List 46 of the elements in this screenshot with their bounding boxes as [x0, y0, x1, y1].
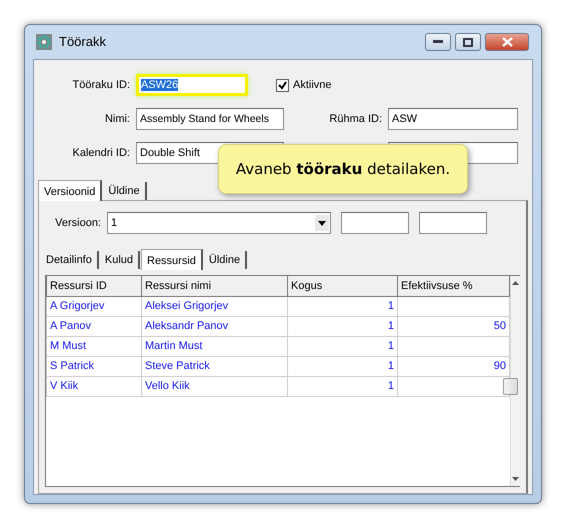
column-header: Ressursi nimi	[142, 276, 288, 296]
version-dropdown[interactable]: 1	[107, 212, 331, 234]
column-header: Ressursi ID	[46, 276, 142, 296]
table-cell: Aleksandr Panov	[142, 316, 288, 336]
close-button[interactable]	[485, 33, 529, 51]
close-icon	[502, 37, 512, 47]
table-cell: 90	[398, 356, 510, 376]
table-cell: Steve Patrick	[142, 356, 288, 376]
tab[interactable]: Ressursid	[141, 249, 203, 270]
table-cell: M Must	[46, 336, 142, 356]
table-cell: A Grigorjev	[46, 296, 142, 316]
minimize-button[interactable]	[425, 33, 451, 51]
table-cell: Vello Kiik	[142, 376, 288, 396]
table-cell: 1	[288, 336, 398, 356]
table-cell: Martin Must	[142, 336, 288, 356]
window-title: Töörakk	[59, 33, 106, 52]
field-label: Rühma ID:	[328, 112, 383, 127]
field-label: Nimi:	[104, 112, 131, 127]
table-cell: 1	[288, 316, 398, 336]
column-header: Kogus	[288, 276, 398, 296]
field-label: Kalendri ID:	[72, 146, 131, 161]
minimize-icon	[433, 40, 443, 44]
table-cell: 1	[288, 296, 398, 316]
scrollbar-thumb[interactable]	[503, 378, 518, 395]
maximize-button[interactable]	[455, 33, 481, 51]
column-header: Efektiivsuse %	[398, 276, 510, 296]
group-id-field[interactable]: ASW	[388, 108, 518, 130]
name-field[interactable]: Assembly Stand for Wheels	[136, 108, 284, 130]
gear-icon	[35, 33, 53, 51]
checkbox[interactable]	[276, 78, 289, 92]
table-cell: 50	[398, 316, 510, 336]
text-field[interactable]	[341, 212, 409, 234]
table-cell: 1	[288, 356, 398, 376]
table-cell: A Panov	[46, 316, 142, 336]
table-cell: 1	[288, 376, 398, 396]
id-field[interactable]: ASW26	[136, 74, 248, 96]
table-cell: S Patrick	[46, 356, 142, 376]
table-cell: Aleksei Grigorjev	[142, 296, 288, 316]
tab[interactable]: Versioonid	[38, 180, 102, 201]
field-label: Tööraku ID:	[72, 78, 131, 93]
maximize-icon	[463, 38, 473, 46]
scrollbar[interactable]	[510, 276, 520, 486]
checkbox-label: Aktiivne	[293, 78, 332, 93]
text-field[interactable]	[419, 212, 487, 234]
field-label: Versioon:	[54, 216, 102, 231]
table-cell: V Kiik	[46, 376, 142, 396]
